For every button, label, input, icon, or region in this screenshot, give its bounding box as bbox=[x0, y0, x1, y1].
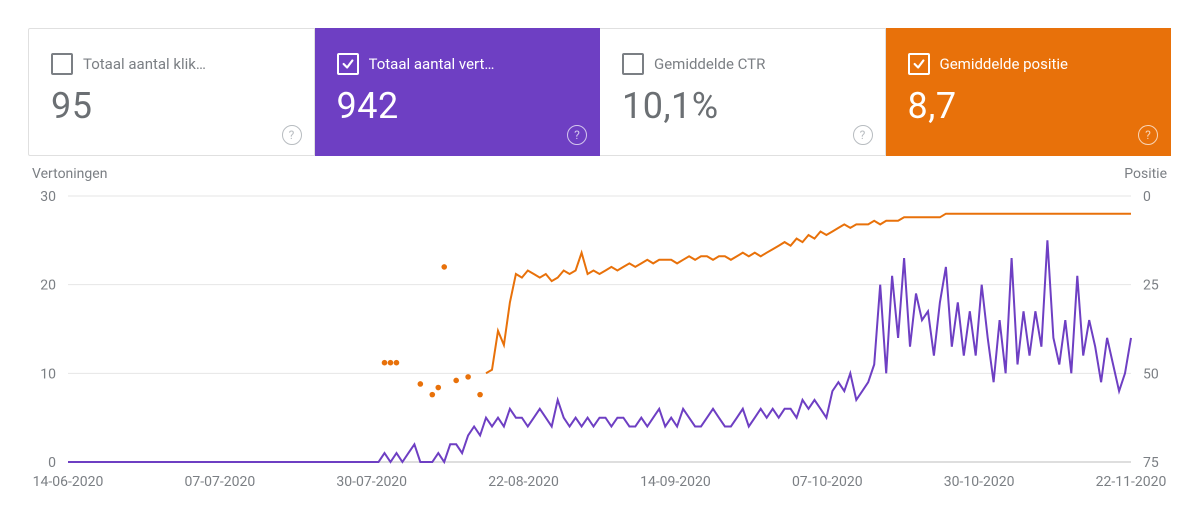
performance-chart: Vertoningen Positie 0 10 20 30 0 25 50 75 14-06-20… bbox=[0, 156, 1199, 512]
card-avg-position[interactable]: Gemiddelde positie 8,7 ? bbox=[886, 28, 1172, 156]
svg-text:10: 10 bbox=[40, 366, 56, 382]
card-total-clicks[interactable]: Totaal aantal klik… 95 ? bbox=[28, 28, 315, 156]
card-value: 942 bbox=[337, 85, 580, 127]
card-value: 10,1% bbox=[622, 85, 865, 127]
help-icon[interactable]: ? bbox=[853, 125, 873, 145]
checkbox-icon bbox=[337, 53, 359, 75]
svg-text:50: 50 bbox=[1143, 366, 1159, 382]
svg-text:Positie: Positie bbox=[1124, 166, 1167, 182]
chart-area: Vertoningen Positie 0 10 20 30 0 25 50 75 14-06-20… bbox=[0, 156, 1199, 512]
svg-text:30: 30 bbox=[40, 189, 56, 205]
svg-text:07-07-2020: 07-07-2020 bbox=[185, 474, 256, 490]
svg-text:20: 20 bbox=[40, 278, 56, 294]
help-icon[interactable]: ? bbox=[1138, 125, 1158, 145]
svg-text:0: 0 bbox=[1143, 189, 1151, 205]
svg-text:22-11-2020: 22-11-2020 bbox=[1096, 474, 1167, 490]
svg-text:22-08-2020: 22-08-2020 bbox=[488, 474, 559, 490]
svg-text:14-09-2020: 14-09-2020 bbox=[640, 474, 711, 490]
svg-text:30-10-2020: 30-10-2020 bbox=[944, 474, 1015, 490]
card-value: 95 bbox=[51, 85, 294, 127]
help-icon[interactable]: ? bbox=[567, 125, 587, 145]
card-label: Gemiddelde CTR bbox=[654, 55, 765, 73]
svg-text:14-06-2020: 14-06-2020 bbox=[33, 474, 104, 490]
card-avg-ctr[interactable]: Gemiddelde CTR 10,1% ? bbox=[600, 28, 886, 156]
checkbox-icon bbox=[622, 53, 644, 75]
svg-text:75: 75 bbox=[1143, 455, 1159, 471]
svg-text:Vertoningen: Vertoningen bbox=[32, 166, 107, 182]
svg-text:30-07-2020: 30-07-2020 bbox=[336, 474, 407, 490]
svg-text:07-10-2020: 07-10-2020 bbox=[792, 474, 863, 490]
search-performance-panel: Totaal aantal klik… 95 ? Totaal aantal v… bbox=[0, 0, 1199, 512]
card-label: Totaal aantal klik… bbox=[83, 55, 206, 73]
checkbox-icon bbox=[908, 53, 930, 75]
help-icon[interactable]: ? bbox=[282, 125, 302, 145]
metric-cards: Totaal aantal klik… 95 ? Totaal aantal v… bbox=[0, 0, 1199, 156]
svg-text:0: 0 bbox=[48, 455, 56, 471]
checkbox-icon bbox=[51, 53, 73, 75]
svg-text:25: 25 bbox=[1143, 278, 1159, 294]
card-label: Totaal aantal vert… bbox=[369, 55, 495, 73]
card-total-impressions[interactable]: Totaal aantal vert… 942 ? bbox=[315, 28, 601, 156]
card-value: 8,7 bbox=[908, 85, 1151, 127]
card-label: Gemiddelde positie bbox=[940, 55, 1069, 73]
